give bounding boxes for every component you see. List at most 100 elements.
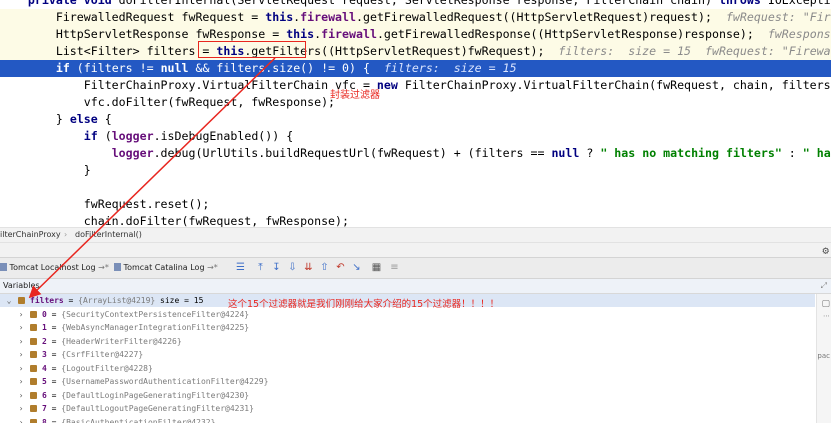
code-token: { [104,112,112,126]
code-token: logger [111,129,154,143]
variable-text: 0 = {SecurityContextPersistenceFilter@42… [42,309,250,319]
run-to-cursor-icon[interactable]: ↘ [350,261,363,274]
code-line[interactable]: HttpServletResponse fwResponse = this.fi… [0,26,831,43]
variable-text: 5 = {UsernamePasswordAuthenticationFilte… [42,377,269,386]
expand-arrow-icon[interactable]: › [16,416,26,423]
code-token: chain.doFilter(fwRequest, fwResponse); [0,214,350,227]
step-over-icon[interactable]: ↧ [270,261,283,274]
tab-label: Tomcat Catalina Log [123,263,205,272]
list-field-icon [30,418,37,423]
variable-row[interactable]: › 8 = {BasicAuthenticationFilter@4232} [0,416,815,423]
code-token: " has no matching filters" [600,146,789,160]
code-line[interactable]: FilterChainProxy.VirtualFilterChain vfc … [0,77,831,94]
code-line[interactable]: private void doFilterInternal(ServletReq… [0,0,831,9]
expand-arrow-icon[interactable]: › [16,308,26,321]
variable-row[interactable]: › 2 = {HeaderWriterFilter@4226} [0,335,815,348]
step-into-icon[interactable]: ⇩ [286,261,299,274]
variables-panel-header: Variables ⤢ [0,279,831,294]
code-token: List<Filter> filters = [0,44,217,58]
code-token: doFilterInternal(ServletRequest request,… [118,0,719,7]
code-token: new [376,78,405,92]
list-field-icon [30,405,37,412]
variable-text: 7 = {DefaultLogoutPageGeneratingFilter@4… [42,404,254,413]
close-icon[interactable]: →* [98,263,109,272]
code-line[interactable]: FirewalledRequest fwRequest = this.firew… [0,9,831,26]
code-token: fwResponse: F [767,27,831,41]
code-line[interactable]: if (logger.isDebugEnabled()) { [0,128,831,145]
list-field-icon [30,310,37,318]
code-line[interactable]: chain.doFilter(fwRequest, fwResponse); [0,213,831,227]
variable-row[interactable]: › 4 = {LogoutFilter@4228} [0,362,815,375]
variable-text: filters = {ArrayList@4219} size = 15 [30,296,204,305]
variable-row[interactable]: › 5 = {UsernamePasswordAuthenticationFilt… [0,375,815,388]
settings-list-icon[interactable]: ≡ [388,261,401,274]
variable-text: 6 = {DefaultLoginPageGeneratingFilter@42… [42,390,250,400]
variable-row[interactable]: › 1 = {WebAsyncManagerIntegrationFilter@4… [0,321,815,334]
expand-arrow-icon[interactable]: › [16,348,26,361]
layout-icon[interactable]: ⤢ [821,279,827,293]
code-line[interactable]: } [0,162,831,179]
tab-tomcat-localhost-log[interactable]: Tomcat Localhost Log →* [0,261,109,275]
breadcrumb-class[interactable]: ilterChainProxy [0,228,61,242]
expand-arrow-icon[interactable]: › [16,335,26,348]
side-panel-dots-icon[interactable]: ⋯ [823,312,830,320]
code-line[interactable]: List<Filter> filters = this.getFilters((… [0,43,831,60]
close-icon[interactable]: →* [207,263,218,272]
annotation-wrap-filter: 封装过滤器 [330,90,380,101]
code-line[interactable]: logger.debug(UrlUtils.buildRequestUrl(fw… [0,145,831,162]
variable-text: 4 = {LogoutFilter@4228} [42,363,153,373]
code-token: .isDebugEnabled()) { [153,129,294,143]
variables-title: Variables [3,281,40,290]
code-token: fwRequest: "Firewal [725,10,831,24]
list-field-icon [30,391,37,399]
variable-row[interactable]: › 6 = {DefaultLoginPageGeneratingFilter@4… [0,389,815,402]
code-token: filters: size = 15 [383,61,517,75]
code-token: throws [718,0,768,7]
log-tab-icon [0,263,7,271]
code-token: ? [586,146,601,160]
code-token: " has an [802,146,831,160]
code-token: if [55,61,77,75]
code-line[interactable]: if (filters != null && filters.size() !=… [0,60,831,77]
variable-text: 8 = {BasicAuthenticationFilter@4232} [42,417,216,423]
code-token: .getFirewalledRequest((HttpServletReques… [356,10,726,24]
expand-arrow-icon[interactable]: › [16,362,26,375]
expand-arrow-icon[interactable]: › [16,402,26,415]
code-line[interactable]: } else { [0,111,831,128]
code-token: FilterChainProxy.VirtualFilterChain(fwRe… [404,78,831,92]
variable-row[interactable]: › 7 = {DefaultLogoutPageGeneratingFilter@… [0,402,815,415]
expand-arrow-icon[interactable]: › [16,389,26,402]
force-step-into-icon[interactable]: ⇊ [302,261,315,274]
breadcrumb-method[interactable]: doFilterInternal() [75,228,142,242]
show-execution-point-icon[interactable]: ⤒ [254,261,267,274]
drop-frame-icon[interactable]: ↶ [334,261,347,274]
tab-tomcat-catalina-log[interactable]: Tomcat Catalina Log →* [114,261,218,275]
code-token: if [83,129,105,143]
step-out-icon[interactable]: ⇧ [318,261,331,274]
code-token: FilterChainProxy.VirtualFilterChain vfc … [0,78,377,92]
breadcrumb: ilterChainProxy › doFilterInternal() [0,227,831,243]
code-token: logger [111,146,154,160]
gear-icon[interactable]: ⚙ [822,244,829,257]
code-editor[interactable]: private void doFilterInternal(ServletReq… [0,0,831,227]
expand-arrow-icon[interactable]: › [16,321,26,334]
expand-arrow-icon[interactable]: › [16,375,26,388]
side-panel-box-icon[interactable]: ▢ [821,299,830,309]
variables-tree[interactable]: ⌄ filters = {ArrayList@4219} size = 15 › 0 … [0,294,831,423]
evaluate-icon[interactable]: ▦ [370,261,383,274]
code-line[interactable]: vfc.doFilter(fwRequest, fwResponse); [0,94,831,111]
list-field-icon [30,351,37,358]
collapse-arrow-icon[interactable]: ⌄ [4,294,14,307]
code-token: private void [27,0,119,7]
code-token: firewall [321,27,377,41]
variable-text: 3 = {CsrfFilter@4227} [42,350,144,359]
code-token: vfc.doFilter(fwRequest, fwResponse); [0,95,336,109]
variable-row[interactable]: › 3 = {CsrfFilter@4227} [0,348,815,361]
code-line[interactable]: fwRequest.reset(); [0,196,831,213]
code-token: .getFirewalledResponse((HttpServletRespo… [376,27,768,41]
code-line[interactable] [0,179,831,196]
code-token: filters: size = 15 fwRequest: "Firewalle… [558,44,831,58]
menu-icon[interactable]: ☰ [234,261,247,274]
